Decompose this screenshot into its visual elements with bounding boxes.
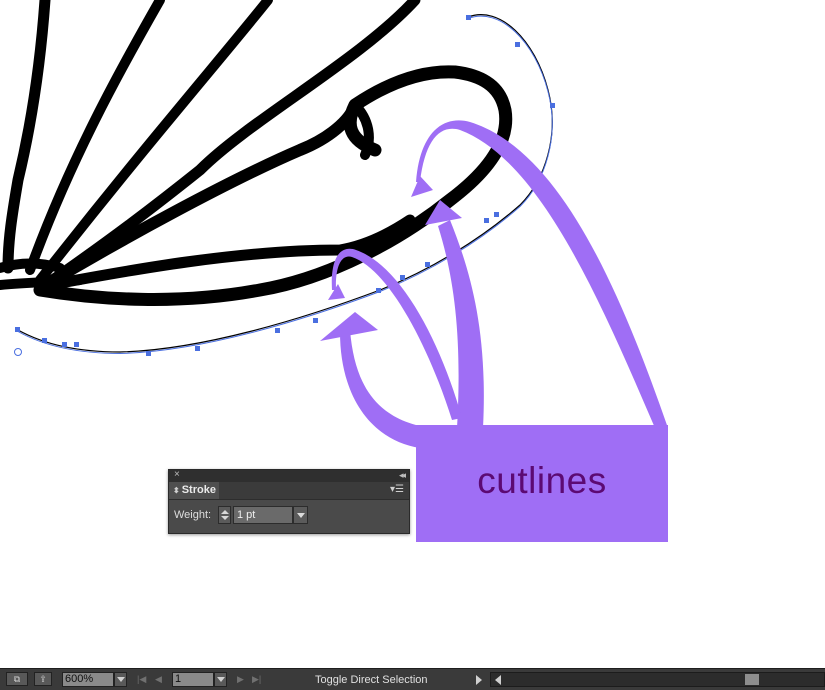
tab-toggle-icon[interactable]: ⬍	[173, 486, 180, 495]
weight-label: Weight:	[174, 509, 212, 521]
status-bar: ⧉ ⇪ 600% |◀ ◀ 1 ▶ ▶| Toggle Direct Selec…	[0, 668, 825, 690]
stepper-down-icon[interactable]	[221, 516, 229, 520]
weight-dropdown-button[interactable]	[293, 506, 308, 524]
horizontal-scrollbar[interactable]	[490, 672, 825, 687]
stepper-up-icon[interactable]	[221, 510, 229, 514]
chevron-down-icon	[117, 677, 125, 682]
weight-input[interactable]: 1 pt	[233, 506, 293, 524]
zoom-dropdown-button[interactable]	[114, 672, 127, 687]
leaf-artwork	[0, 0, 513, 306]
artwork-canvas[interactable]	[0, 0, 825, 668]
panel-tab-row: ⬍ Stroke ▾☰	[169, 482, 409, 500]
page-dropdown-button[interactable]	[214, 672, 227, 687]
zoom-input[interactable]: 600%	[62, 672, 114, 687]
tab-stroke-label: Stroke	[181, 484, 216, 496]
callout-arrows	[320, 120, 668, 448]
panel-body: Weight: 1 pt	[169, 500, 409, 532]
page-input[interactable]: 1	[172, 672, 214, 687]
last-page-icon[interactable]: ▶|	[252, 673, 261, 685]
origin-marker-icon	[14, 348, 22, 356]
next-page-icon[interactable]: ▶	[237, 673, 244, 685]
scroll-left-icon[interactable]	[495, 675, 501, 685]
panel-titlebar[interactable]: × ◂◂	[169, 469, 409, 482]
panel-menu-icon[interactable]: ▾☰	[390, 485, 404, 495]
close-icon[interactable]: ×	[174, 469, 180, 481]
scroll-thumb[interactable]	[745, 674, 759, 685]
weight-stepper[interactable]	[218, 506, 231, 524]
stroke-panel[interactable]: × ◂◂ ⬍ Stroke ▾☰ Weight: 1 pt	[168, 469, 410, 534]
collapse-icon[interactable]: ◂◂	[399, 469, 406, 481]
cutlines-callout: cutlines	[416, 425, 668, 542]
tab-stroke[interactable]: ⬍ Stroke	[169, 482, 219, 499]
status-menu-icon[interactable]	[476, 675, 482, 685]
callout-label: cutlines	[477, 459, 607, 501]
chevron-down-icon	[297, 513, 305, 518]
prev-page-icon[interactable]: ◀	[155, 673, 162, 685]
artboard-nav-icon[interactable]: ⧉	[6, 672, 28, 686]
first-page-icon[interactable]: |◀	[137, 673, 146, 685]
chevron-down-icon	[217, 677, 225, 682]
status-text: Toggle Direct Selection	[315, 674, 428, 686]
artboard[interactable]: cutlines	[0, 0, 825, 668]
share-icon[interactable]: ⇪	[34, 672, 52, 686]
